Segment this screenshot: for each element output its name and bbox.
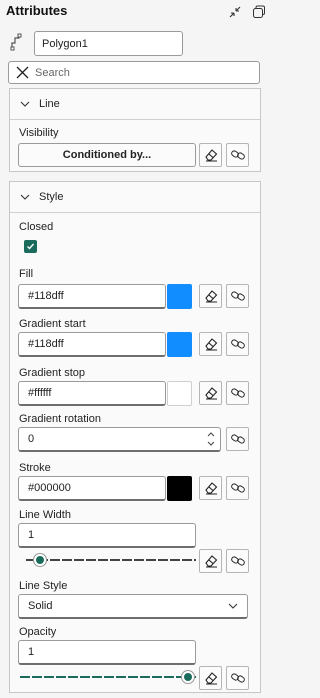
line-style-label: Line Style: [19, 580, 68, 592]
opacity-label: Opacity: [19, 626, 57, 638]
clear-line-width-button[interactable]: [199, 549, 222, 573]
fill-input[interactable]: #118dff: [18, 284, 166, 309]
gradient-start-color-swatch[interactable]: [167, 332, 192, 357]
search-placeholder: Search: [35, 66, 70, 79]
eraser-icon: [204, 672, 217, 685]
gradient-stop-label: Gradient stop: [19, 367, 86, 379]
line-width-label: Line Width: [19, 509, 71, 521]
chevron-down-icon: [228, 603, 238, 609]
link-line-width-button[interactable]: [226, 549, 249, 573]
link-icon: [230, 673, 245, 683]
eraser-icon: [204, 555, 217, 568]
slider-track: [20, 676, 196, 678]
link-icon: [230, 388, 245, 398]
gradient-start-value: #118dff: [28, 338, 64, 350]
spin-down-icon: [207, 441, 215, 446]
opacity-slider[interactable]: [20, 670, 196, 684]
stroke-label: Stroke: [19, 462, 51, 474]
eraser-icon: [204, 482, 217, 495]
close-icon[interactable]: [9, 66, 35, 79]
panel-title: Attributes: [6, 3, 68, 18]
gradient-stop-color-swatch[interactable]: [167, 381, 192, 406]
search-box[interactable]: Search: [8, 61, 260, 84]
conditioned-by-button[interactable]: Conditioned by...: [18, 143, 196, 167]
slider-thumb[interactable]: [182, 671, 194, 683]
fill-color-swatch[interactable]: [167, 284, 192, 309]
clear-visibility-button[interactable]: [199, 143, 222, 167]
eraser-icon: [204, 387, 217, 400]
link-visibility-button[interactable]: [226, 143, 249, 167]
clear-opacity-button[interactable]: [199, 666, 222, 690]
fill-value: #118dff: [28, 290, 64, 302]
gradient-rotation-value: 0: [28, 433, 35, 445]
line-width-input[interactable]: 1: [18, 523, 196, 548]
polygon-type-icon: [10, 33, 28, 51]
divider: [10, 212, 260, 213]
gradient-rotation-input[interactable]: 0: [18, 427, 221, 452]
slider-thumb[interactable]: [34, 554, 46, 566]
line-style-value: Solid: [28, 600, 53, 612]
visibility-label: Visibility: [19, 127, 59, 139]
spin-up-icon: [207, 432, 215, 437]
line-width-value: 1: [28, 529, 35, 541]
link-fill-button[interactable]: [226, 284, 249, 308]
link-gradient-start-button[interactable]: [226, 332, 249, 356]
name-value: Polygon1: [42, 37, 88, 50]
clear-gradient-stop-button[interactable]: [199, 381, 222, 405]
eraser-icon: [204, 338, 217, 351]
link-icon: [230, 483, 245, 493]
fill-label: Fill: [19, 268, 34, 280]
opacity-value: 1: [28, 646, 35, 658]
link-stroke-button[interactable]: [226, 476, 249, 500]
name-field[interactable]: Polygon1: [34, 31, 183, 56]
clear-fill-button[interactable]: [199, 284, 222, 308]
chevron-down-icon[interactable]: [19, 98, 31, 110]
gradient-start-input[interactable]: #118dff: [18, 332, 166, 357]
closed-label: Closed: [19, 221, 54, 233]
checkmark-icon: [27, 243, 35, 250]
gradient-start-label: Gradient start: [19, 318, 86, 330]
stroke-value: #000000: [28, 482, 71, 494]
rotation-spinner[interactable]: [205, 429, 217, 449]
link-icon: [230, 434, 245, 444]
link-gradient-stop-button[interactable]: [226, 381, 249, 405]
divider: [10, 119, 260, 120]
eraser-icon: [204, 290, 217, 303]
link-icon: [230, 556, 245, 566]
stroke-input[interactable]: #000000: [18, 476, 166, 501]
link-icon: [230, 339, 245, 349]
link-icon: [230, 291, 245, 301]
gradient-rotation-label: Gradient rotation: [19, 413, 101, 425]
line-width-slider[interactable]: [26, 553, 196, 567]
stroke-color-swatch[interactable]: [167, 476, 192, 501]
chevron-down-icon[interactable]: [19, 191, 31, 203]
collapse-icon[interactable]: [227, 4, 243, 20]
clear-stroke-button[interactable]: [199, 476, 222, 500]
conditioned-by-label: Conditioned by...: [62, 149, 152, 161]
gradient-stop-value: #ffffff: [28, 387, 52, 399]
closed-checkbox[interactable]: [24, 240, 37, 253]
eraser-icon: [204, 149, 217, 162]
style-section-title[interactable]: Style: [39, 191, 63, 203]
opacity-input[interactable]: 1: [18, 640, 196, 665]
line-style-select[interactable]: Solid: [18, 594, 248, 619]
gradient-stop-input[interactable]: #ffffff: [18, 381, 166, 406]
clear-gradient-start-button[interactable]: [199, 332, 222, 356]
link-gradient-rotation-button[interactable]: [226, 427, 249, 451]
line-section-title[interactable]: Line: [39, 98, 60, 110]
link-icon: [230, 150, 245, 160]
undock-icon[interactable]: [251, 4, 267, 20]
link-opacity-button[interactable]: [226, 666, 249, 690]
slider-track: [26, 559, 196, 561]
